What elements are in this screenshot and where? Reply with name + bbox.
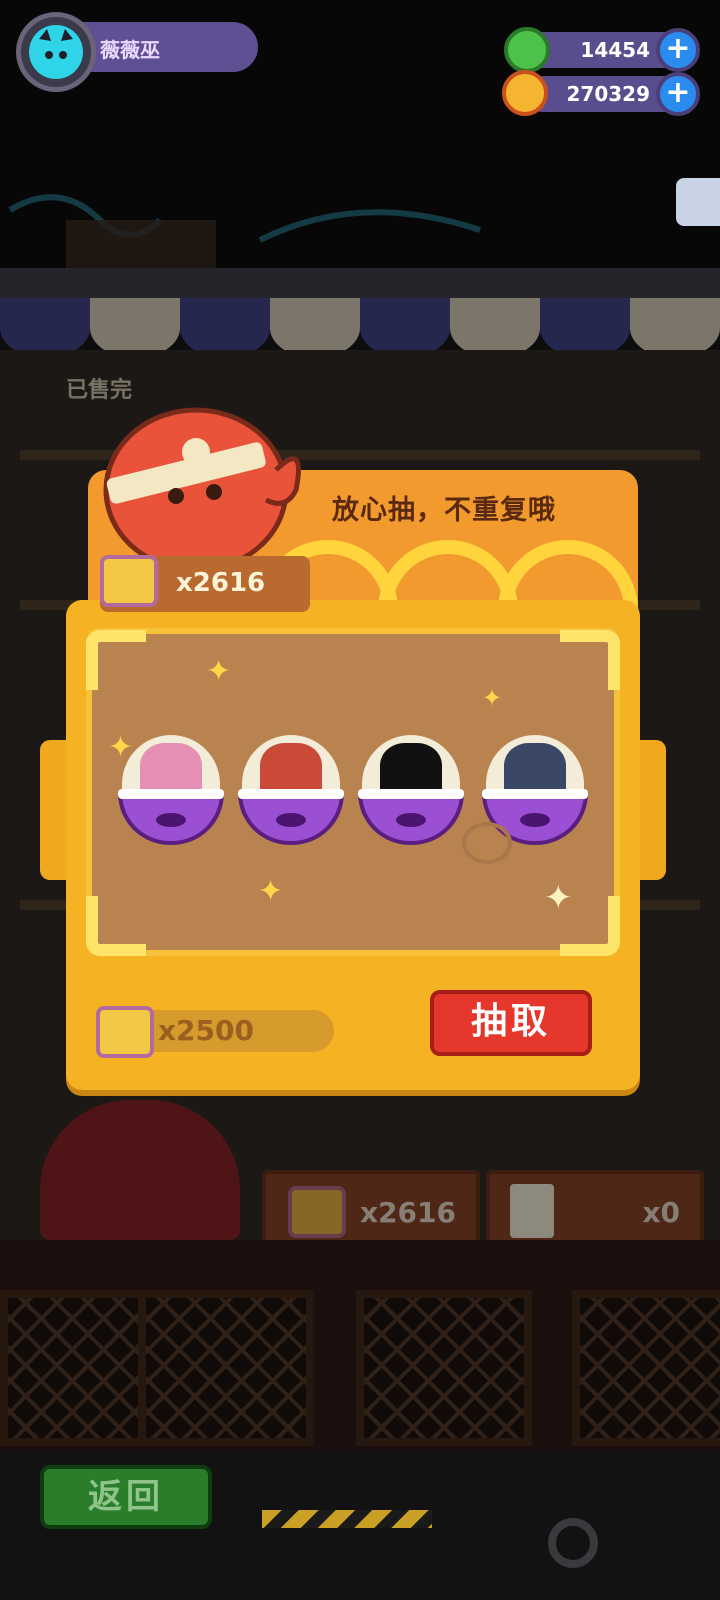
share-side-button[interactable]	[676, 178, 720, 226]
gold-currency-bar: 270329 +	[524, 72, 700, 116]
panel-corner	[86, 896, 146, 956]
avatar-frame[interactable]	[16, 12, 96, 92]
banner-text: 放心抽，不重复哦	[332, 495, 556, 526]
sparkle-icon: ✦	[544, 878, 573, 918]
sparkle-icon: ✦	[206, 654, 232, 689]
draw-button[interactable]: 抽取	[430, 990, 592, 1056]
back-button[interactable]: 返回	[40, 1465, 212, 1529]
cookie-watermark-icon	[462, 822, 512, 864]
character-capsule[interactable]	[358, 735, 464, 845]
cat-face-icon	[39, 29, 73, 59]
add-gem-button[interactable]: +	[656, 28, 700, 72]
hazard-stripe	[262, 1510, 432, 1528]
gold-amount: 270329	[566, 82, 651, 106]
avatar	[29, 25, 83, 79]
ticket-icon	[100, 555, 158, 607]
modal-side-tab	[636, 740, 666, 880]
ticket-icon	[96, 1006, 154, 1058]
panel-corner	[560, 630, 620, 690]
fish-icon	[276, 813, 306, 827]
username: 薇薇巫	[100, 38, 160, 62]
character-capsule[interactable]	[118, 735, 224, 845]
sparkle-icon: ✦	[258, 874, 284, 909]
sparkle-icon: ✦	[482, 684, 503, 712]
wheel-icon	[548, 1518, 598, 1568]
draw-cost: x2500	[158, 1014, 254, 1047]
fish-icon	[156, 813, 186, 827]
owned-ticket-count: x2616	[176, 568, 266, 598]
green-gem-icon	[504, 27, 550, 73]
gold-coin-icon	[502, 70, 548, 116]
gem-amount: 14454	[580, 38, 650, 62]
fish-icon	[396, 813, 426, 827]
fish-icon	[520, 813, 550, 827]
character-capsule[interactable]	[238, 735, 344, 845]
add-gold-button[interactable]: +	[656, 72, 700, 116]
panel-corner	[86, 630, 146, 690]
